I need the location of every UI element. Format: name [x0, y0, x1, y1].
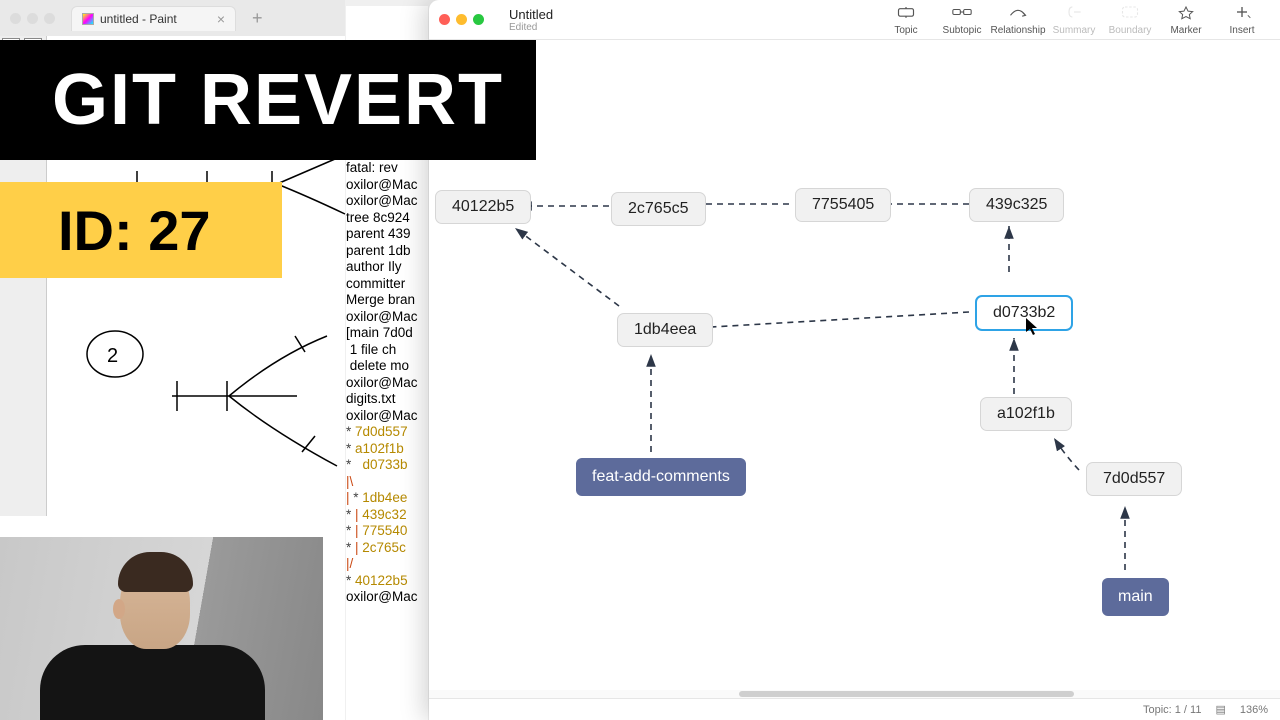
- xmind-title-wrap: Untitled Edited: [509, 7, 553, 33]
- paint-window-controls: [10, 13, 55, 24]
- marker-icon: [1176, 4, 1196, 23]
- xmind-titlebar: Untitled Edited Topic Subtopic Relationshi…: [429, 0, 1280, 40]
- paint-min-dot[interactable]: [27, 13, 38, 24]
- node-label: 1db4eea: [634, 321, 696, 338]
- toolbar-summary-button: Summary: [1046, 4, 1102, 36]
- node-439c325[interactable]: 439c325: [969, 188, 1064, 222]
- toolbar-boundary-button: Boundary: [1102, 4, 1158, 36]
- paint-tab-bar: untitled - Paint × +: [0, 0, 345, 36]
- boundary-icon: [1120, 4, 1140, 23]
- svg-text:2: 2: [107, 345, 118, 367]
- toolbar-topic-button[interactable]: Topic: [878, 4, 934, 36]
- paint-close-dot[interactable]: [10, 13, 21, 24]
- outline-icon[interactable]: ▤: [1215, 703, 1225, 716]
- summary-icon: [1064, 4, 1084, 23]
- relationship-icon: [1008, 4, 1028, 23]
- toolbar-label: Insert: [1229, 25, 1254, 36]
- status-zoom[interactable]: 136%: [1240, 704, 1268, 716]
- terminal-output[interactable]: oxilor@Mac* 40122b5oxilor@Macerror: comf…: [346, 94, 428, 606]
- xmind-toolbar: Topic Subtopic Relationship Summary Boundary…: [878, 4, 1270, 36]
- insert-icon: [1232, 4, 1252, 23]
- new-tab-button[interactable]: +: [252, 8, 263, 29]
- node-label: d0733b2: [993, 304, 1055, 321]
- paint-max-dot[interactable]: [44, 13, 55, 24]
- paint-tab[interactable]: untitled - Paint ×: [71, 6, 236, 31]
- xmind-doc-subtitle: Edited: [509, 22, 553, 33]
- branch-main[interactable]: main: [1102, 578, 1169, 616]
- overlay-title-text: GIT REVERT: [52, 59, 504, 141]
- paint-tab-title: untitled - Paint: [100, 12, 177, 26]
- toolbar-label: Summary: [1053, 25, 1096, 36]
- paint-app-icon: [82, 13, 94, 25]
- scrollbar-thumb[interactable]: [739, 691, 1074, 697]
- node-label: 7d0d557: [1103, 470, 1165, 487]
- node-a102f1b[interactable]: a102f1b: [980, 397, 1072, 431]
- toolbar-label: Subtopic: [943, 25, 982, 36]
- node-7755405[interactable]: 7755405: [795, 188, 891, 222]
- node-label: a102f1b: [997, 405, 1055, 422]
- toolbar-marker-button[interactable]: Marker: [1158, 4, 1214, 36]
- xmind-status-bar: Topic: 1 / 11 ▤ 136%: [429, 698, 1280, 720]
- node-40122b5[interactable]: 40122b5: [435, 190, 531, 224]
- node-label: 2c765c5: [628, 200, 689, 217]
- close-icon[interactable]: ×: [217, 11, 225, 27]
- video-overlay-id: ID: 27: [0, 182, 282, 278]
- xmind-window-controls: [439, 14, 484, 25]
- toolbar-label: Topic: [894, 25, 917, 36]
- xmind-min-dot[interactable]: [456, 14, 467, 25]
- node-1db4eea[interactable]: 1db4eea: [617, 313, 713, 347]
- branch-label: main: [1118, 588, 1153, 605]
- toolbar-label: Marker: [1170, 25, 1201, 36]
- xmind-doc-title: Untitled: [509, 7, 553, 22]
- node-d0733b2[interactable]: d0733b2: [975, 295, 1073, 331]
- webcam-overlay: [0, 537, 323, 720]
- node-7d0d557[interactable]: 7d0d557: [1086, 462, 1182, 496]
- node-2c765c5[interactable]: 2c765c5: [611, 192, 706, 226]
- status-topic-count: Topic: 1 / 11: [1143, 704, 1202, 716]
- video-overlay-title: GIT REVERT: [0, 40, 536, 160]
- toolbar-subtopic-button[interactable]: Subtopic: [934, 4, 990, 36]
- topic-icon: [896, 4, 916, 23]
- subtopic-icon: [952, 4, 972, 23]
- toolbar-label: Boundary: [1109, 25, 1152, 36]
- xmind-close-dot[interactable]: [439, 14, 450, 25]
- branch-label: feat-add-comments: [592, 468, 730, 485]
- xmind-max-dot[interactable]: [473, 14, 484, 25]
- toolbar-relationship-button[interactable]: Relationship: [990, 4, 1046, 36]
- xmind-canvas[interactable]: 40122b5 2c765c5 7755405 439c325 1db4eea …: [429, 40, 1280, 690]
- toolbar-insert-button[interactable]: Insert: [1214, 4, 1270, 36]
- webcam-person-ear: [113, 599, 125, 619]
- node-label: 7755405: [812, 196, 874, 213]
- xmind-window: Untitled Edited Topic Subtopic Relationshi…: [429, 0, 1280, 720]
- xmind-horizontal-scrollbar[interactable]: [429, 690, 1280, 698]
- cursor-icon: [1026, 318, 1038, 336]
- node-label: 40122b5: [452, 198, 514, 215]
- overlay-id-text: ID: 27: [58, 198, 211, 263]
- branch-feat-add-comments[interactable]: feat-add-comments: [576, 458, 746, 496]
- node-label: 439c325: [986, 196, 1047, 213]
- toolbar-label: Relationship: [990, 25, 1045, 36]
- webcam-person-torso: [40, 645, 265, 720]
